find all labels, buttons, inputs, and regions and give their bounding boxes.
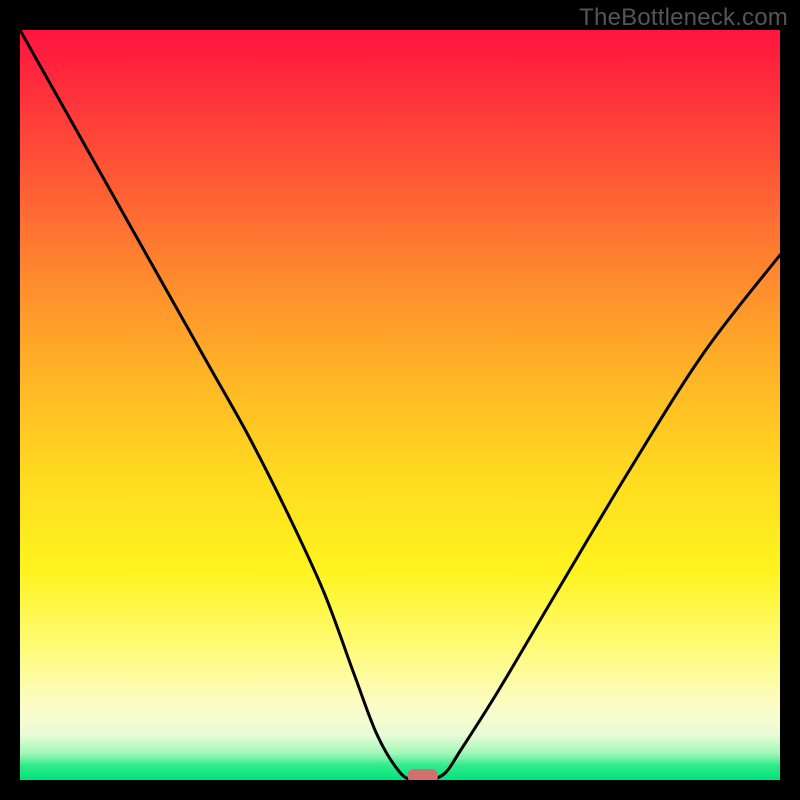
chart-frame: TheBottleneck.com (0, 0, 800, 800)
watermark-text: TheBottleneck.com (579, 4, 788, 32)
minimum-marker (20, 30, 780, 780)
plot-area (20, 30, 780, 780)
